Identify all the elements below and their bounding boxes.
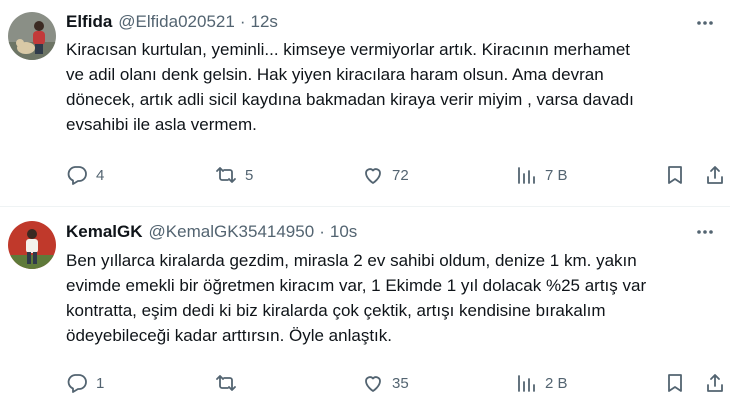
retweet-button[interactable] <box>215 371 245 395</box>
reply-button[interactable]: 1 <box>66 371 104 395</box>
reply-button[interactable]: 4 <box>66 163 104 187</box>
retweet-icon <box>216 167 236 183</box>
views-icon <box>518 375 535 392</box>
reply-icon <box>67 374 87 393</box>
username[interactable]: @KemalGK35414950 <box>149 222 315 242</box>
retweet-icon <box>216 375 236 391</box>
avatar[interactable] <box>8 221 56 269</box>
views-count: 2 B <box>545 374 568 392</box>
retweet-count: 5 <box>245 166 254 184</box>
tweet-text: Kiracısan kurtulan, yeminli... kimseye v… <box>66 40 634 134</box>
more-icon[interactable] <box>694 12 716 34</box>
retweet-button[interactable]: 5 <box>215 163 253 187</box>
like-count: 35 <box>392 374 409 392</box>
bookmark-icon <box>668 374 682 392</box>
share-button[interactable] <box>704 371 726 395</box>
avatar-photo <box>8 221 56 269</box>
views-button[interactable]: 2 B <box>515 371 568 395</box>
username[interactable]: @Elfida020521 <box>118 12 235 32</box>
reply-count: 4 <box>96 166 105 184</box>
separator: · <box>239 12 246 31</box>
bookmark-button[interactable] <box>664 371 686 395</box>
display-name[interactable]: Elfida <box>66 12 112 32</box>
avatar-photo <box>8 12 56 60</box>
bookmark-icon <box>668 166 682 184</box>
tweet-kemalgk[interactable]: KemalGK @KemalGK35414950 · 10s Ben yılla… <box>0 207 730 420</box>
share-icon <box>707 166 723 184</box>
views-icon <box>518 167 535 184</box>
share-button[interactable] <box>704 163 726 187</box>
reply-count: 1 <box>96 374 105 392</box>
share-icon <box>707 374 723 392</box>
timestamp[interactable]: 12s <box>250 12 277 32</box>
tweet-header: KemalGK @KemalGK35414950 · 10s <box>66 221 357 243</box>
like-icon <box>365 376 381 392</box>
reply-icon <box>67 166 87 185</box>
views-count: 7 B <box>545 166 568 184</box>
views-button[interactable]: 7 B <box>515 163 568 187</box>
more-icon[interactable] <box>694 221 716 243</box>
separator: · <box>319 222 325 241</box>
tweet-elfida[interactable]: Elfida @Elfida020521 · 12s Kiracısan kur… <box>0 0 730 206</box>
bookmark-button[interactable] <box>664 163 686 187</box>
avatar[interactable] <box>8 12 56 60</box>
like-button[interactable]: 35 <box>362 371 409 395</box>
display-name[interactable]: KemalGK <box>66 222 143 242</box>
like-icon <box>365 168 381 184</box>
action-bar: 1 35 2 B <box>66 371 730 395</box>
like-button[interactable]: 72 <box>362 163 409 187</box>
like-count: 72 <box>392 166 409 184</box>
tweet-text: Ben yıllarca kiralarda gezdim, mirasla 2… <box>66 251 647 345</box>
action-bar: 4 5 72 7 B <box>66 163 730 187</box>
tweet-header: Elfida @Elfida020521 · 12s <box>66 11 278 33</box>
timestamp[interactable]: 10s <box>330 222 357 242</box>
